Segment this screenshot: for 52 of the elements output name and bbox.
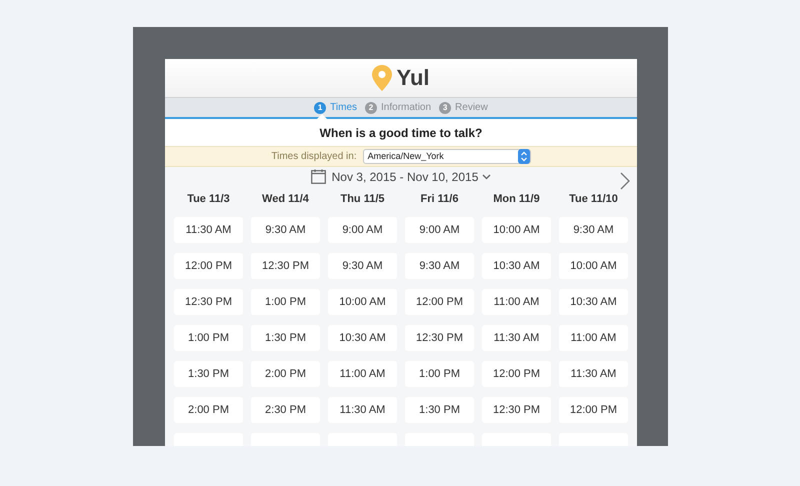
- time-slot-button[interactable]: 1:30 PM: [174, 361, 243, 387]
- day-heading: Fri 11/6: [420, 192, 460, 207]
- time-slot-button[interactable]: 12:00 PM: [174, 253, 243, 279]
- time-slot-button[interactable]: 12:30 PM: [174, 289, 243, 315]
- time-slot-button[interactable]: 1:30 PM: [251, 325, 320, 351]
- day-heading: Wed 11/4: [261, 192, 310, 207]
- time-slot-button[interactable]: 11:00 AM: [559, 325, 628, 351]
- time-slot-button[interactable]: 10:30 AM: [328, 325, 397, 351]
- time-slot-button[interactable]: 11:30 AM: [559, 361, 628, 387]
- day-heading: Tue 11/10: [568, 192, 619, 207]
- time-slot-button[interactable]: 11:30 AM: [482, 325, 551, 351]
- logo-text: Yul: [396, 64, 430, 92]
- time-slot-button[interactable]: 11:30 AM: [174, 217, 243, 243]
- time-slot-button[interactable]: 12:00 PM: [559, 397, 628, 423]
- time-slot-button[interactable]: 2:30 PM: [251, 397, 320, 423]
- time-slot-button[interactable]: 9:00 AM: [328, 217, 397, 243]
- time-slot-button[interactable]: 11:30 AM: [328, 397, 397, 423]
- question-heading: When is a good time to talk?: [318, 124, 484, 142]
- time-slot-button[interactable]: 9:30 AM: [559, 217, 628, 243]
- time-slot-button[interactable]: 12:00 PM: [405, 289, 474, 315]
- map-pin-icon: [372, 64, 392, 91]
- time-slot-button[interactable]: 10:00 AM: [559, 253, 628, 279]
- next-week-button[interactable]: [620, 172, 630, 190]
- time-slot-button[interactable]: 12:00 PM: [482, 361, 551, 387]
- time-slot-button[interactable]: 9:30 AM: [251, 217, 320, 243]
- timezone-label: Times displayed in:: [271, 150, 357, 164]
- day-heading: Mon 11/9: [492, 192, 541, 207]
- time-slot-button[interactable]: 9:30 AM: [328, 253, 397, 279]
- time-slot-button[interactable]: 1:00 PM: [405, 361, 474, 387]
- time-slot-button[interactable]: 11:00 AM: [328, 361, 397, 387]
- day-heading: Tue 11/3: [186, 192, 231, 207]
- time-slot-button[interactable]: 2:00 PM: [251, 361, 320, 387]
- time-slot-button[interactable]: 12:30 PM: [482, 397, 551, 423]
- time-slot-button[interactable]: 10:30 AM: [559, 289, 628, 315]
- timezone-select[interactable]: America/New_York: [362, 149, 531, 164]
- time-slot-button[interactable]: 12:30 PM: [251, 253, 320, 279]
- time-slot-button[interactable]: 1:00 PM: [251, 289, 320, 315]
- time-slot-button[interactable]: 10:30 AM: [482, 253, 551, 279]
- time-slot-button[interactable]: 10:00 AM: [328, 289, 397, 315]
- time-slot-button[interactable]: 9:00 AM: [405, 217, 474, 243]
- time-slot-button[interactable]: 12:30 PM: [405, 325, 474, 351]
- calendar-icon: [310, 169, 326, 184]
- time-slot-button[interactable]: 1:30 PM: [405, 397, 474, 423]
- day-heading: Thu 11/5: [339, 192, 386, 207]
- chevron-right-icon: [620, 172, 630, 190]
- time-slot-button[interactable]: 2:00 PM: [174, 397, 243, 423]
- time-slot-button[interactable]: 1:00 PM: [174, 325, 243, 351]
- time-slot-button[interactable]: 11:00 AM: [482, 289, 551, 315]
- time-slot-button[interactable]: 9:30 AM: [405, 253, 474, 279]
- time-slot-button[interactable]: 10:00 AM: [482, 217, 551, 243]
- stepper-icon: [518, 149, 530, 164]
- chevron-down-icon: [482, 174, 492, 180]
